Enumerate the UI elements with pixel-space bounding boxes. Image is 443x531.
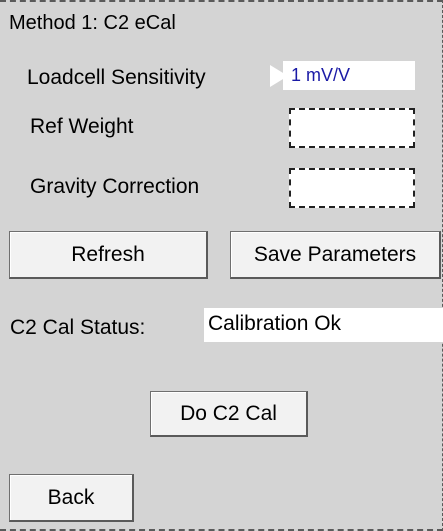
gravity-correction-field[interactable] [289, 168, 415, 208]
back-button[interactable]: Back [9, 474, 134, 522]
loadcell-sensitivity-label: Loadcell Sensitivity [27, 66, 206, 89]
method-title: Method 1: C2 eCal [9, 12, 176, 34]
gravity-correction-label: Gravity Correction [30, 175, 200, 198]
c2-cal-status-label: C2 Cal Status: [10, 316, 146, 339]
ref-weight-field[interactable] [289, 108, 415, 148]
do-c2-cal-button[interactable]: Do C2 Cal [150, 391, 308, 437]
c2-cal-status-value: Calibration Ok [204, 308, 443, 342]
save-parameters-button[interactable]: Save Parameters [230, 231, 441, 279]
loadcell-sensitivity-field[interactable]: 1 mV/V [283, 61, 415, 90]
refresh-button[interactable]: Refresh [9, 231, 208, 279]
ref-weight-label: Ref Weight [30, 115, 134, 138]
